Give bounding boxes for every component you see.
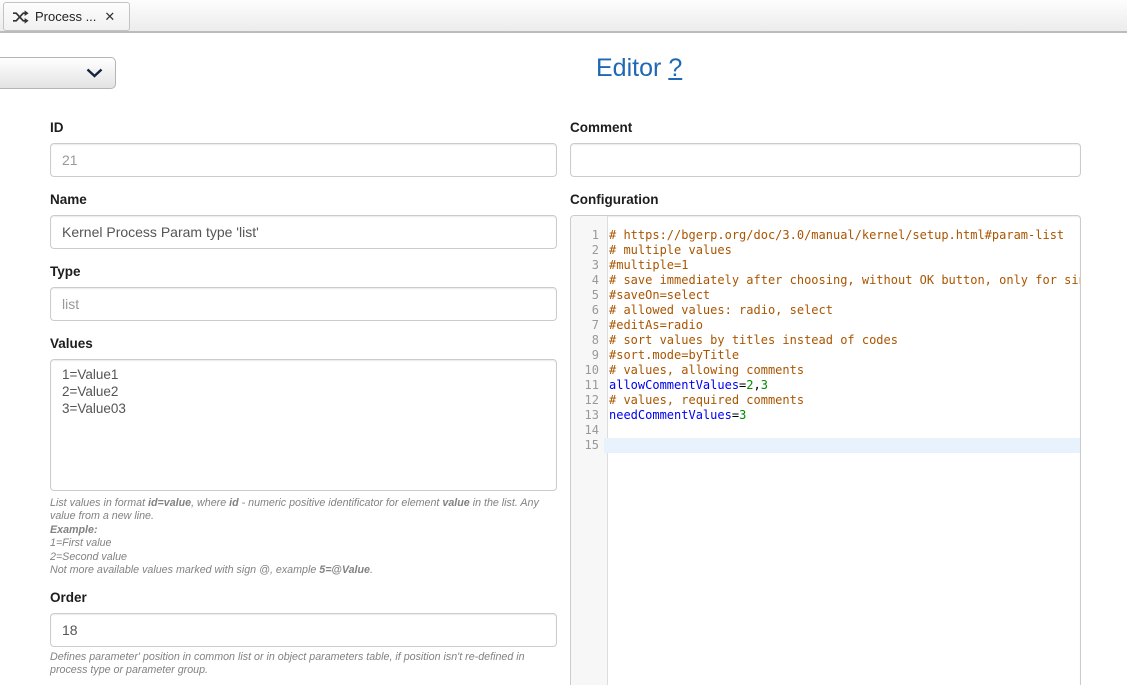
- page-title: Editor?: [596, 54, 682, 83]
- code-line[interactable]: 9#sort.mode=byTitle: [571, 348, 1080, 363]
- comment-label: Comment: [570, 120, 632, 135]
- code-line[interactable]: 15: [571, 438, 1080, 453]
- shuffle-icon: [12, 10, 29, 24]
- id-label: ID: [50, 120, 64, 135]
- code-line[interactable]: 12# values, required comments: [571, 393, 1080, 408]
- code-line[interactable]: 10# values, allowing comments: [571, 363, 1080, 378]
- code-line[interactable]: 8# sort values by titles instead of code…: [571, 333, 1080, 348]
- type-label: Type: [50, 264, 81, 279]
- code-line[interactable]: 6# allowed values: radio, select: [571, 303, 1080, 318]
- values-help-text: List values in format id=value, where id…: [50, 497, 552, 577]
- code-line[interactable]: 13needCommentValues=3: [571, 408, 1080, 423]
- configuration-label: Configuration: [570, 192, 658, 207]
- tab-label: Process ...: [35, 9, 96, 24]
- code-editor-lines: 1# https://bgerp.org/doc/3.0/manual/kern…: [571, 216, 1080, 453]
- type-field[interactable]: [50, 287, 557, 321]
- code-line[interactable]: 7#editAs=radio: [571, 318, 1080, 333]
- code-line[interactable]: 3#multiple=1: [571, 258, 1080, 273]
- editor-page: Process ... ✕ Editor? ID Name Type Value…: [0, 0, 1127, 685]
- name-label: Name: [50, 192, 87, 207]
- code-line[interactable]: 4# save immediately after choosing, with…: [571, 273, 1080, 288]
- page-title-text: Editor: [596, 54, 661, 82]
- tab-process[interactable]: Process ... ✕: [3, 2, 130, 31]
- values-label: Values: [50, 336, 93, 351]
- code-line[interactable]: 14: [571, 423, 1080, 438]
- order-help-text: Defines parameter' position in common li…: [50, 651, 552, 678]
- code-line[interactable]: 2# multiple values: [571, 243, 1080, 258]
- comment-field[interactable]: [570, 143, 1081, 177]
- code-line[interactable]: 5#saveOn=select: [571, 288, 1080, 303]
- code-line[interactable]: 1# https://bgerp.org/doc/3.0/manual/kern…: [571, 228, 1080, 243]
- order-label: Order: [50, 590, 87, 605]
- chevron-down-icon: [86, 68, 103, 78]
- parameter-select[interactable]: [0, 57, 116, 89]
- tab-bar: Process ... ✕: [0, 0, 1127, 33]
- code-line[interactable]: 11allowCommentValues=2,3: [571, 378, 1080, 393]
- close-icon[interactable]: ✕: [104, 10, 115, 23]
- order-field[interactable]: [50, 613, 557, 647]
- values-textarea[interactable]: [50, 359, 557, 491]
- name-field[interactable]: [50, 215, 557, 249]
- id-field[interactable]: [50, 143, 557, 177]
- configuration-code-editor[interactable]: 1# https://bgerp.org/doc/3.0/manual/kern…: [570, 215, 1081, 685]
- help-link[interactable]: ?: [668, 54, 682, 82]
